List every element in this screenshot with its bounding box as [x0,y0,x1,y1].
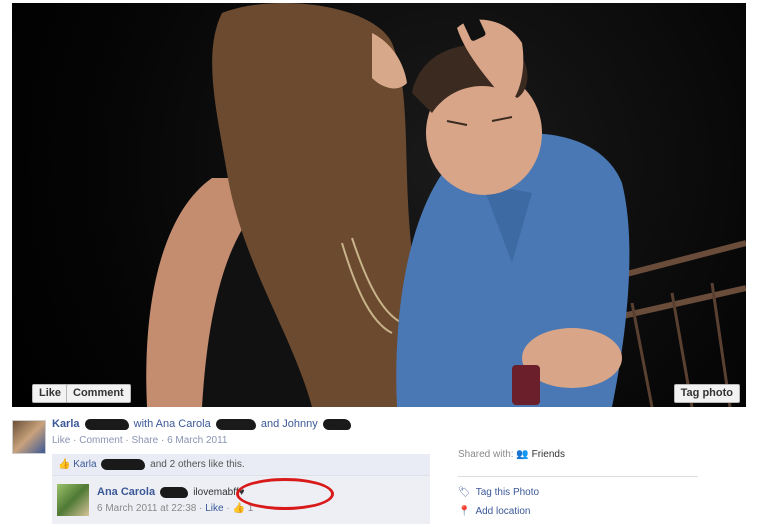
author-name[interactable]: Karla [52,418,80,430]
tag-this-photo-label: Tag this Photo [475,487,540,498]
likes-name[interactable]: Karla [73,459,96,470]
tagged-and-text[interactable]: and Johnny [261,418,318,430]
comment: Ana Carola ilovemabff♥ 6 March 2011 at 2… [52,476,430,524]
photo-comment-button[interactable]: Comment [66,384,131,403]
photo-like-button[interactable]: Like [32,384,69,403]
sharing-info: Shared with: 👥 Friends [458,449,698,460]
post-header: Karla with Ana Carola and Johnny [52,418,472,430]
redaction-scribble [322,418,351,430]
redaction-scribble [215,418,256,430]
likes-others-text[interactable]: and 2 others like this. [150,459,245,470]
comment-meta: 6 March 2011 at 22:38 · Like · 👍 1 [97,503,254,514]
redaction-scribble [160,486,189,498]
tagged-with-text[interactable]: with Ana Carola [134,418,211,430]
add-location-link[interactable]: 📍 Add location [458,506,531,517]
comment-timestamp[interactable]: 6 March 2011 at 22:38 [97,503,196,514]
add-location-label: Add location [475,506,531,517]
post-actions: Like · Comment · Share · 6 March 2011 [52,435,228,446]
post-share-link[interactable]: Share [132,435,159,446]
tag-photo-button[interactable]: Tag photo [673,384,740,403]
redaction-scribble [84,418,129,430]
comment-like-icon: 👍 [232,503,245,514]
divider [458,476,698,477]
comment-avatar[interactable] [57,484,89,516]
comment-author[interactable]: Ana Carola [97,486,155,498]
tag-this-photo-link[interactable]: 🏷 Tag this Photo [458,487,539,498]
photo-image [146,3,746,407]
post-date-link[interactable]: 6 March 2011 [167,435,227,446]
comment-like-link[interactable]: Like [205,503,223,514]
shared-with-label: Shared with: [458,449,514,460]
redaction-scribble [101,458,146,470]
tag-icon: 🏷 [458,487,471,498]
location-pin-icon: 📍 [458,506,471,517]
post-comment-link[interactable]: Comment [79,435,122,446]
thumbs-up-icon: 👍 [58,459,71,470]
post-like-link[interactable]: Like [52,435,70,446]
audience-label: Friends [531,449,565,460]
audience-selector[interactable]: 👥 Friends [516,449,565,460]
author-avatar[interactable] [12,420,46,454]
friends-icon: 👥 [516,449,529,460]
likes-summary: 👍 Karla and 2 others like this. [52,454,430,476]
highlight-circle [236,478,334,510]
wristband [512,365,540,405]
photo-viewer[interactable]: Like Comment Tag photo [12,3,746,407]
